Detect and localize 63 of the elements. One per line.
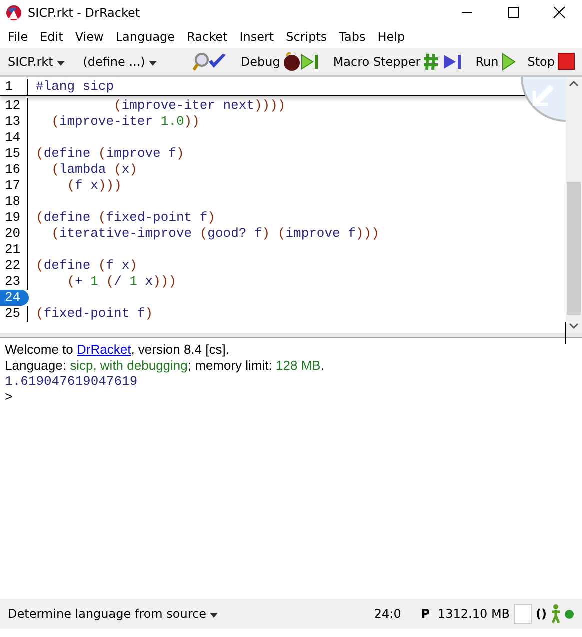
code-line: (+ 1 (/ 1 x))) xyxy=(66,274,177,290)
definitions-dropdown[interactable]: (define ...) xyxy=(79,52,162,70)
hash-step-icon xyxy=(424,52,464,72)
menu-item[interactable]: Racket xyxy=(181,30,234,44)
menu-item[interactable]: Tabs xyxy=(333,30,372,44)
line-number: 24 xyxy=(0,290,29,306)
code-line: (define (f x) xyxy=(35,258,138,274)
result-output: 1.619047619047619 xyxy=(5,374,139,390)
file-dropdown[interactable]: SICP.rkt xyxy=(4,52,70,70)
scrollbar-thumb[interactable] xyxy=(567,182,581,315)
menu-item[interactable]: Edit xyxy=(34,30,70,44)
menu-item[interactable]: View xyxy=(69,30,110,44)
app-logo-icon xyxy=(6,4,22,20)
line-number: 14 xyxy=(0,130,28,146)
line-number: 25 xyxy=(0,306,28,322)
line-number: 12 xyxy=(0,98,28,114)
debug-button[interactable]: Debug xyxy=(238,50,324,74)
line-number: 15 xyxy=(0,146,28,162)
line-number: 19 xyxy=(0,210,28,226)
memory-usage[interactable]: 1312.10 MB xyxy=(438,607,510,621)
caret-icon xyxy=(57,60,66,66)
line-number: 21 xyxy=(0,242,28,258)
code-line: (lambda (x) xyxy=(50,162,138,178)
caret-icon xyxy=(149,60,158,66)
menu-item[interactable]: File xyxy=(2,30,34,44)
code-line: (define (fixed-point f) xyxy=(35,210,216,226)
mode-indicator: P xyxy=(421,607,430,621)
cursor-position: 24:0 xyxy=(374,607,402,621)
paren-indicator: () xyxy=(536,607,547,621)
window-title: SICP.rkt - DrRacket xyxy=(28,6,142,20)
drracket-link[interactable]: DrRacket xyxy=(77,342,132,357)
line-number: 22 xyxy=(0,258,28,274)
walking-figure-icon xyxy=(550,604,562,624)
status-dot-icon xyxy=(565,610,574,618)
run-button[interactable]: Run xyxy=(472,50,519,72)
code-line: (f x))) xyxy=(66,178,122,194)
code-line: (fixed-point f) xyxy=(35,306,154,322)
status-field xyxy=(514,604,532,624)
line-number: 18 xyxy=(0,194,28,210)
menu-item[interactable]: Language xyxy=(110,30,182,44)
line-number: 20 xyxy=(0,226,28,242)
menu-item[interactable]: Help xyxy=(372,30,412,44)
caret-icon xyxy=(210,613,218,618)
play-icon xyxy=(502,52,516,70)
magnifier-check-icon xyxy=(192,52,229,72)
code-line: (improve-iter 1.0)) xyxy=(50,114,200,130)
macro-button[interactable]: Macro Stepper xyxy=(330,50,467,74)
language-dropdown[interactable]: Determine language from source xyxy=(8,607,218,621)
stop-button[interactable]: Stop xyxy=(524,51,578,72)
code-line: #lang sicp xyxy=(35,79,114,95)
code-line: (iterative-improve (good? f) (improve f))) xyxy=(50,226,380,242)
stop-icon xyxy=(558,53,575,70)
welcome-message: Welcome to DrRacket, version 8.4 [cs]. xyxy=(5,342,230,358)
code-line: (improve-iter next)))) xyxy=(113,98,286,114)
code-line: (define (improve f) xyxy=(35,146,184,162)
menu-item[interactable]: Scripts xyxy=(280,30,334,44)
prompt: > xyxy=(5,390,14,406)
language-info: Language: sicp, with debugging; memory limit: 128 MB. xyxy=(5,358,326,374)
menu-item[interactable]: Insert xyxy=(234,30,280,44)
line-number: 17 xyxy=(0,178,28,194)
line-number: 1 xyxy=(0,79,28,95)
line-number: 16 xyxy=(0,162,28,178)
line-number: 13 xyxy=(0,114,28,130)
